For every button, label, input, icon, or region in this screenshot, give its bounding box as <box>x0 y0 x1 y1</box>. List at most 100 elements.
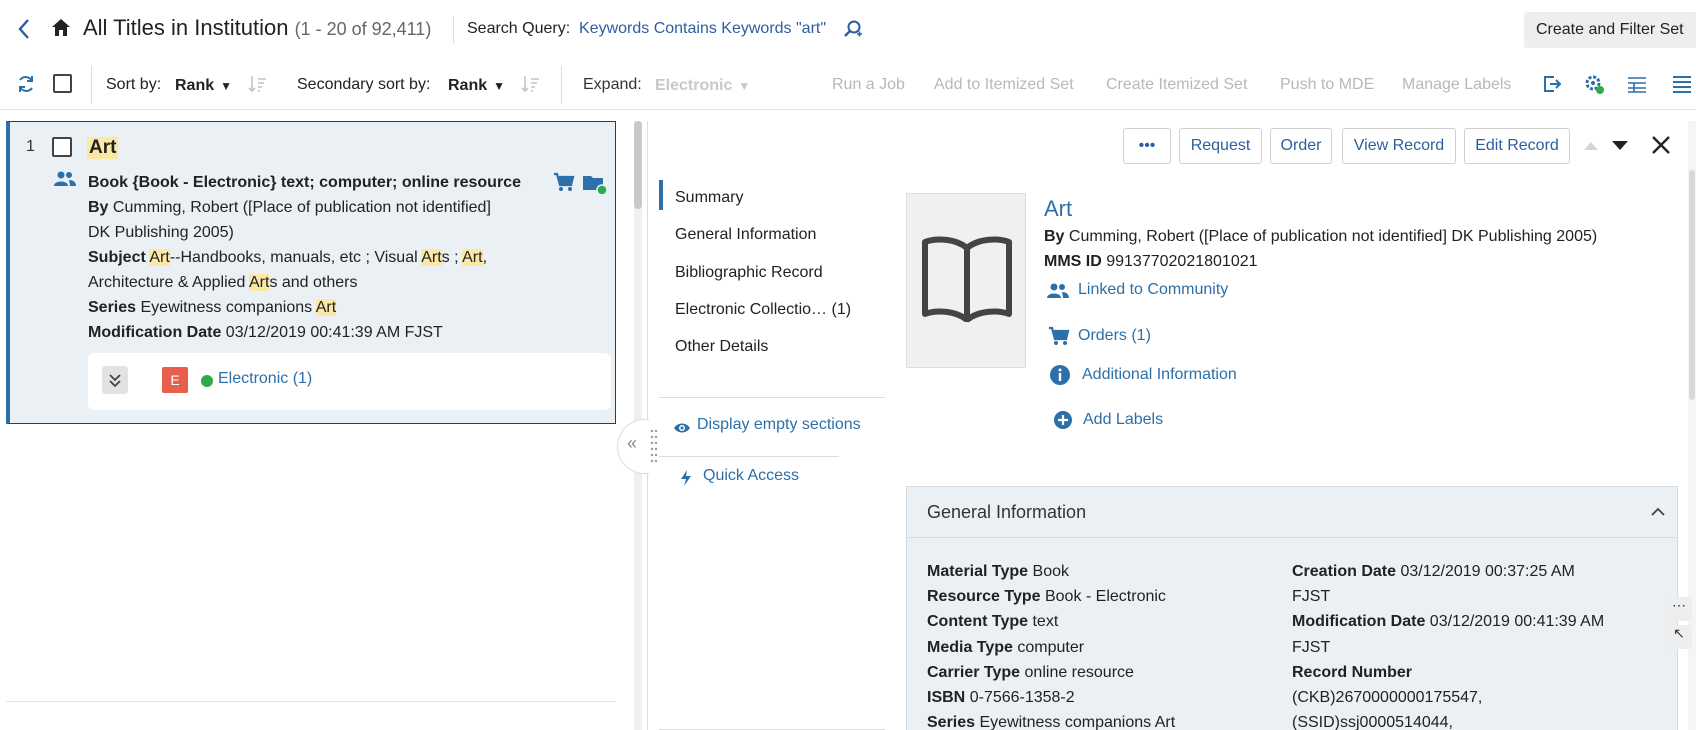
field-value: computer <box>1017 638 1085 656</box>
caret-down-icon: ▼ <box>738 79 751 93</box>
chevron-up-icon[interactable] <box>1650 506 1666 518</box>
record-title[interactable]: Art <box>1044 196 1072 222</box>
sidenav-divider <box>659 397 885 398</box>
sidenav-other-details[interactable]: Other Details <box>675 338 768 356</box>
field-label: Carrier Type <box>927 663 1021 681</box>
field-value: Book <box>1032 563 1069 580</box>
detail-scrollbar-thumb[interactable] <box>1689 170 1695 400</box>
highlight-term: Art <box>462 249 483 266</box>
resource-type-row: Resource Type Book - Electronic <box>927 584 1175 609</box>
result-card[interactable]: 1 Art Book {Book - Electronic} text; com… <box>6 121 616 424</box>
result-title-link[interactable]: Art <box>87 137 119 159</box>
list-icon[interactable] <box>1671 73 1693 95</box>
run-a-job-button[interactable]: Run a Job <box>832 76 905 94</box>
refresh-icon[interactable] <box>16 74 36 94</box>
search-query-label: Search Query: <box>467 20 571 37</box>
next-record-icon[interactable] <box>1611 139 1629 151</box>
author-value: Cumming, Robert ([Place of publication n… <box>112 199 491 216</box>
display-empty-label: Display empty sections <box>697 416 861 433</box>
secondary-sort-label: Secondary sort by: <box>297 76 431 93</box>
field-value: Eyewitness companions Art <box>979 714 1176 730</box>
view-record-button[interactable]: View Record <box>1342 128 1456 164</box>
field-label: Content Type <box>927 613 1029 631</box>
series-line: Series Eyewitness companions Art <box>88 295 538 320</box>
double-chevron-down-icon <box>109 374 121 388</box>
people-icon <box>1047 283 1069 298</box>
record-number-row: Record Number <box>1292 660 1604 685</box>
columns-icon[interactable] <box>1626 73 1648 95</box>
sort-by-value: Rank <box>175 77 215 94</box>
sidenav-summary[interactable]: Summary <box>675 189 743 207</box>
home-icon[interactable] <box>50 17 72 39</box>
results-scrollbar-thumb[interactable] <box>634 121 642 209</box>
toolbar-divider <box>91 66 92 104</box>
creation-date-row: Creation Date 03/12/2019 00:37:25 AM <box>1292 559 1604 584</box>
result-checkbox[interactable] <box>52 137 72 157</box>
collapse-panel-button[interactable]: « <box>617 419 649 474</box>
previous-record-icon[interactable] <box>1583 139 1599 151</box>
sidenav-electronic-collections[interactable]: Electronic Collectio… (1) <box>675 301 851 319</box>
cart-icon[interactable] <box>553 172 575 192</box>
sort-direction-icon[interactable] <box>248 74 268 94</box>
field-label: ISBN <box>927 689 966 707</box>
secondary-sort-value: Rank <box>448 77 488 94</box>
general-information-right-column: Creation Date 03/12/2019 00:37:25 AM FJS… <box>1292 559 1604 730</box>
isbn-row: ISBN 0-7566-1358-2 <box>927 685 1175 710</box>
modification-value: 03/12/2019 00:41:39 AM FJST <box>225 324 443 341</box>
series-row: Series Eyewitness companions Art <box>927 710 1175 730</box>
format-text: Book {Book - Electronic} text; computer;… <box>88 174 521 191</box>
subject-text: --Handbooks, manuals, etc ; Visual <box>169 249 422 266</box>
close-icon[interactable] <box>1650 134 1672 156</box>
field-value: 0-7566-1358-2 <box>969 689 1075 707</box>
edit-record-button[interactable]: Edit Record <box>1464 128 1570 164</box>
result-count: (1 - 20 of 92,411) <box>294 19 432 39</box>
content-type-row: Content Type text <box>927 609 1175 634</box>
sidenav-general-information[interactable]: General Information <box>675 226 816 244</box>
material-type-row: Material Type Book <box>927 559 1175 584</box>
more-tools-icon[interactable]: ⋯ <box>1666 597 1692 621</box>
order-button[interactable]: Order <box>1270 128 1332 164</box>
sidenav-bibliographic-record[interactable]: Bibliographic Record <box>675 264 823 282</box>
additional-information-link[interactable]: Additional Information <box>1082 366 1237 384</box>
sort-by-select[interactable]: Rank ▼ <box>175 77 232 95</box>
author-line: By Cumming, Robert ([Place of publicatio… <box>88 195 538 220</box>
export-icon[interactable] <box>1541 73 1563 95</box>
add-labels-link[interactable]: Add Labels <box>1083 411 1163 429</box>
modification-line: Modification Date 03/12/2019 00:41:39 AM… <box>88 320 538 345</box>
record-number-value: (CKB)2670000000175547, <box>1292 689 1483 707</box>
add-to-itemized-set-button[interactable]: Add to Itemized Set <box>934 76 1074 94</box>
resize-grip-icon[interactable] <box>650 428 658 464</box>
general-information-header[interactable]: General Information <box>907 487 1677 538</box>
expand-select[interactable]: Electronic ▼ <box>655 77 750 95</box>
results-toolbar: Sort by: Rank ▼ Secondary sort by: Rank ▼ … <box>0 62 1696 110</box>
inventory-box: E Electronic (1) <box>88 353 611 410</box>
display-empty-sections-link[interactable]: Display empty sections <box>673 416 861 434</box>
search-query-icon[interactable] <box>842 19 864 39</box>
electronic-link[interactable]: Electronic (1) <box>218 370 312 388</box>
orders-link[interactable]: Orders (1) <box>1078 327 1151 345</box>
field-value: text <box>1032 613 1059 631</box>
book-icon <box>922 236 1012 322</box>
plus-icon <box>1054 411 1072 429</box>
by-label: By <box>1044 228 1065 245</box>
select-all-checkbox[interactable] <box>53 74 72 93</box>
secondary-sort-direction-icon[interactable] <box>521 74 541 94</box>
more-actions-button[interactable]: ••• <box>1123 128 1171 164</box>
expand-inventory-button[interactable] <box>102 366 128 394</box>
pointer-tool-icon[interactable]: ↖ <box>1666 625 1692 649</box>
folder-icon[interactable] <box>582 172 608 196</box>
request-button[interactable]: Request <box>1179 128 1262 164</box>
back-icon[interactable] <box>15 17 33 41</box>
quick-access-link[interactable]: Quick Access <box>680 467 799 486</box>
search-query-link[interactable]: Keywords Contains Keywords "art" <box>579 20 826 38</box>
carrier-type-row: Carrier Type online resource <box>927 660 1175 685</box>
cart-icon <box>1049 326 1070 345</box>
field-value: 03/12/2019 00:41:39 AM <box>1429 613 1605 631</box>
linked-to-community-link[interactable]: Linked to Community <box>1078 281 1228 299</box>
secondary-sort-select[interactable]: Rank ▼ <box>448 77 505 95</box>
create-and-filter-set-button[interactable]: Create and Filter Set <box>1524 12 1696 48</box>
settings-icon[interactable] <box>1583 73 1605 95</box>
create-itemized-set-button[interactable]: Create Itemized Set <box>1106 76 1247 94</box>
push-to-mde-button[interactable]: Push to MDE <box>1280 76 1374 94</box>
manage-labels-button[interactable]: Manage Labels <box>1402 76 1511 94</box>
